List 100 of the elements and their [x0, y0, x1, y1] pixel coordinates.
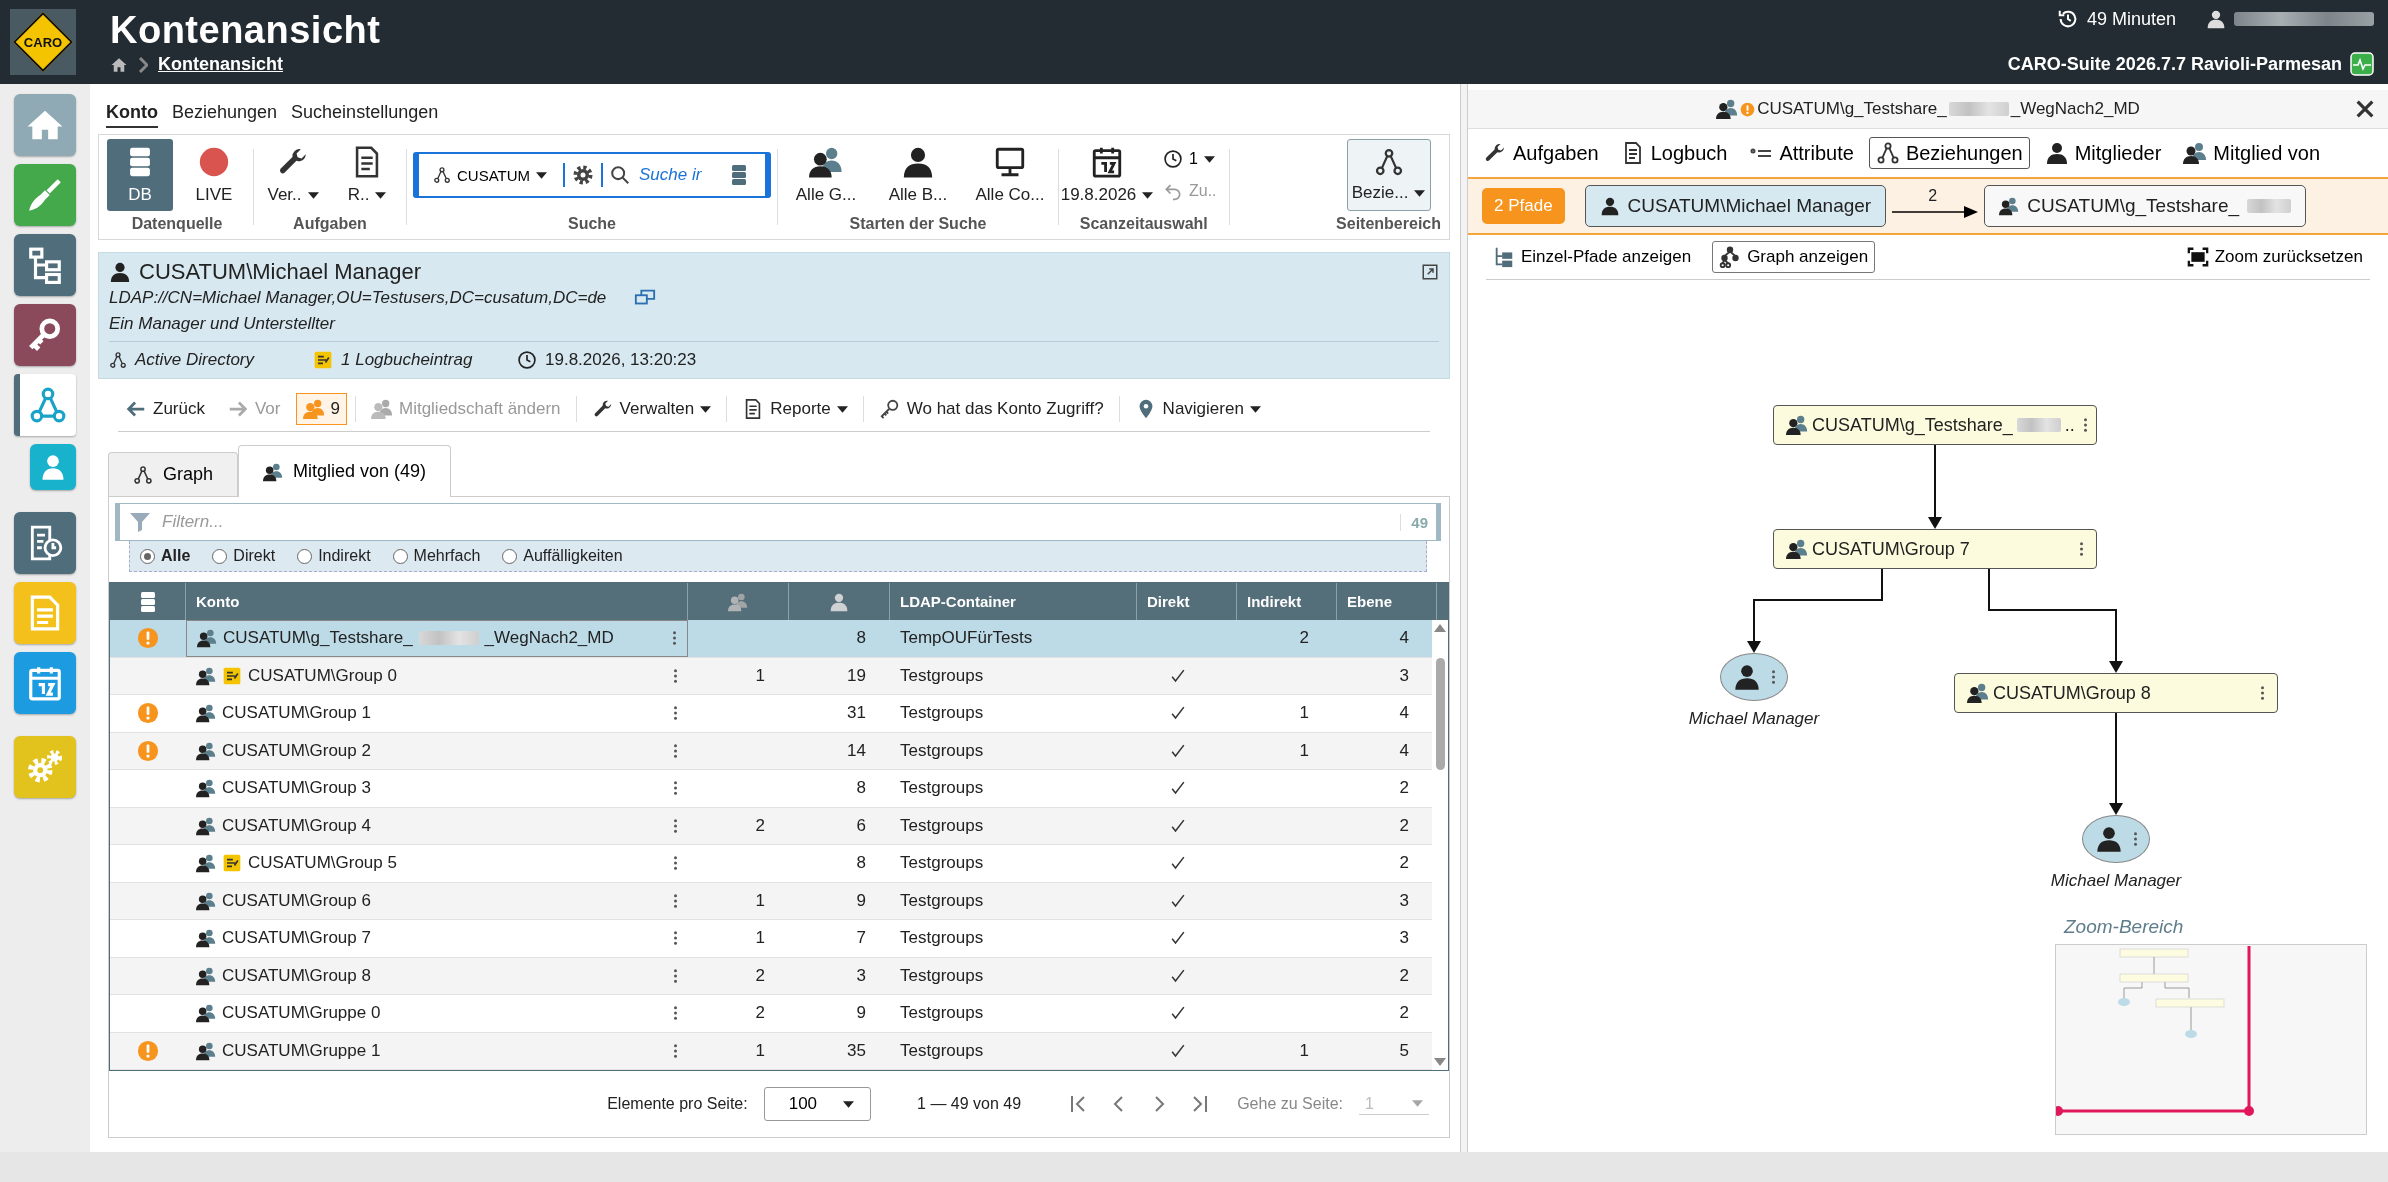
nav-tile-button[interactable] [30, 444, 76, 490]
more-icon[interactable] [673, 1004, 678, 1023]
datasource-button[interactable]: LIVE [181, 139, 247, 211]
view-mode-button[interactable]: Einzel-Pfade anzeigen [1486, 241, 1699, 273]
user-count: 35 [847, 1040, 866, 1061]
page-size-dropdown[interactable]: 100 [763, 1087, 872, 1121]
page-section-dropdown[interactable]: Bezie... [1346, 139, 1431, 211]
menu-tab[interactable]: Beziehungen [172, 102, 278, 128]
toolbar-button[interactable]: 9 [295, 393, 347, 425]
close-icon[interactable] [2354, 98, 2376, 120]
toolbar-button[interactable]: Navigieren [1127, 393, 1268, 425]
task-dropdown-button[interactable]: Ver.. [260, 139, 326, 211]
more-icon[interactable] [2132, 830, 2138, 848]
group-caption: Aufgaben [293, 215, 367, 234]
more-icon[interactable] [673, 891, 678, 910]
table-row[interactable]: CUSATUM\Group 4 2 6 Testgroups 2 [110, 807, 1432, 845]
search-start-button[interactable]: Alle Co... [968, 139, 1052, 211]
table-row[interactable]: CUSATUM\Group 0 1 19 Testgroups 3 [110, 657, 1432, 695]
more-icon[interactable] [673, 741, 678, 760]
logbook-link[interactable]: 1 Logbucheintrag [341, 350, 473, 370]
toolbar-button[interactable]: Wo hat das Konto Zugriff? [871, 393, 1111, 425]
more-icon[interactable] [673, 929, 678, 948]
ldap-container: Testgroups [900, 778, 984, 799]
indirect-count: 2 [1299, 628, 1309, 649]
nav-tile-button[interactable] [14, 736, 76, 798]
detail-tab[interactable]: Logbuch [1613, 137, 1735, 169]
more-icon[interactable] [673, 666, 678, 685]
more-icon[interactable] [673, 1041, 678, 1060]
detail-tab[interactable]: Beziehungen [1868, 137, 2030, 169]
search-start-button[interactable]: Alle B... [876, 139, 960, 211]
menu-tab[interactable]: Konto [106, 102, 158, 128]
user-icon [1599, 196, 1620, 216]
table-row[interactable]: CUSATUM\Group 8 2 3 Testgroups 2 [110, 957, 1432, 995]
radio-option[interactable]: Indirekt [297, 547, 371, 565]
expand-icon[interactable] [1421, 263, 1439, 281]
path-start-node[interactable]: CUSATUM\Michael Manager [1584, 185, 1887, 227]
more-icon[interactable] [673, 779, 678, 798]
nav-tile-button[interactable] [14, 374, 76, 436]
search-start-button[interactable]: Alle G... [784, 139, 868, 211]
breadcrumb-link[interactable]: Kontenansicht [158, 54, 283, 75]
nav-tile-button[interactable] [14, 164, 76, 226]
view-tab[interactable]: Graph [108, 452, 239, 496]
page-size-label: Elemente pro Seite: [607, 1095, 748, 1113]
toolbar-button[interactable]: Reporte [735, 393, 855, 425]
more-icon[interactable] [672, 629, 677, 648]
detail-tab[interactable]: Mitglied von [2176, 137, 2328, 169]
nav-tile-button[interactable] [14, 582, 76, 644]
nodes-icon [109, 351, 127, 369]
radio-option[interactable]: Mehrfach [392, 547, 481, 565]
user-icon [2206, 9, 2226, 29]
detail-tab[interactable]: Aufgaben [1476, 137, 1606, 169]
group-count: 1 [755, 890, 765, 911]
path-end-node[interactable]: CUSATUM\g_Testshare_ [1984, 185, 2307, 227]
nav-tile-button[interactable] [14, 234, 76, 296]
radio-option[interactable]: Direkt [212, 547, 276, 565]
datasource-button[interactable]: DB [107, 139, 173, 211]
view-mode-button[interactable]: Graph anzeigen [1712, 241, 1876, 273]
group-icon [196, 778, 216, 799]
history-count-dropdown[interactable]: 1 [1157, 148, 1223, 170]
caret-icon [536, 171, 548, 179]
pulse-icon[interactable] [2350, 52, 2374, 76]
nav-tile-button[interactable] [14, 304, 76, 366]
more-icon[interactable] [2079, 540, 2084, 558]
radio-option[interactable]: Auffälligkeiten [502, 547, 623, 565]
account-name: CUSATUM\g_Testshare_ [223, 628, 413, 649]
detail-tab[interactable]: Mitglieder [2037, 137, 2169, 169]
more-icon[interactable] [2260, 684, 2265, 702]
more-icon[interactable] [673, 704, 678, 723]
column-header[interactable]: Konto [186, 583, 688, 620]
table-row[interactable]: CUSATUM\Group 6 1 9 Testgroups 3 [110, 882, 1432, 920]
task-dropdown-button[interactable]: R.. [334, 139, 400, 211]
detail-tab[interactable]: Attribute [1742, 137, 1861, 169]
menu-tab[interactable]: Sucheinstellungen [291, 102, 439, 128]
user-icon [901, 145, 935, 179]
nav-tile-button[interactable] [14, 94, 76, 156]
group-icon [197, 628, 217, 649]
view-tab[interactable]: Mitglied von (49) [238, 445, 452, 497]
radio-option[interactable]: Alle [140, 547, 191, 565]
more-icon[interactable] [1770, 668, 1776, 686]
nav-tile-button[interactable] [14, 512, 76, 574]
more-icon[interactable] [2082, 416, 2088, 434]
detail-title-end: _WegNach2_MD [2010, 99, 2140, 119]
reset-zoom-button[interactable]: Zoom zurücksetzen [2179, 241, 2370, 273]
table-row[interactable]: CUSATUM\Group 2 14 Testgroups 1 4 [110, 732, 1432, 770]
domain-dropdown[interactable]: CUSATUM [427, 165, 557, 185]
toolbar-button[interactable]: Zurück [118, 393, 212, 425]
search-icon [609, 164, 631, 186]
group-node[interactable]: CUSATUM\Group 8 [1954, 673, 2278, 713]
settings-icon[interactable] [571, 163, 595, 187]
group-node[interactable]: CUSATUM\Group 7 [1773, 529, 2097, 569]
table-row[interactable]: CUSATUM\g_Testshare_ _WegNach2_MD 8 TempOUFürTests 2 4 [110, 620, 1432, 658]
group-node[interactable]: CUSATUM\g_Testshare_ .. [1773, 405, 2097, 445]
nav-tile-button[interactable] [14, 652, 76, 714]
more-icon[interactable] [673, 854, 678, 873]
toolbar-button[interactable]: Verwalten [584, 393, 719, 425]
table-row[interactable]: CUSATUM\Gruppe 1 1 35 Testgroups 1 5 [110, 1032, 1432, 1070]
more-icon[interactable] [673, 966, 678, 985]
group-icon [1786, 538, 1808, 560]
tree-icon [1719, 246, 1742, 268]
more-icon[interactable] [673, 816, 678, 835]
